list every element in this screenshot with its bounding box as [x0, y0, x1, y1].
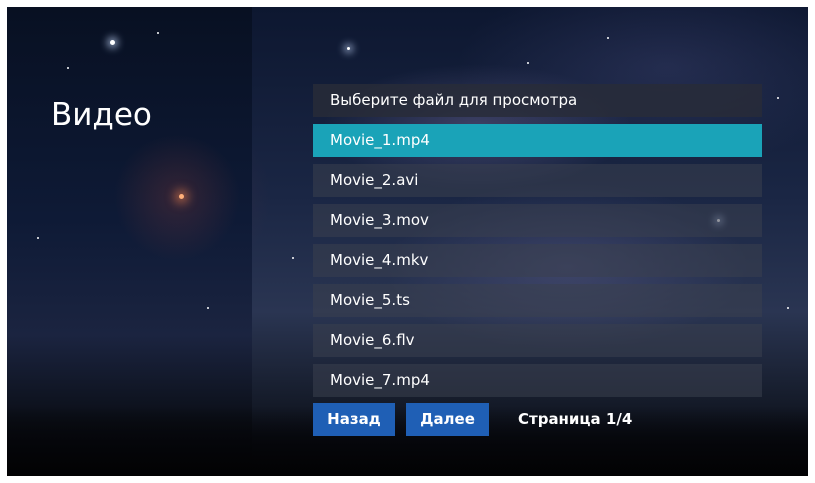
pagination-bar: Назад Далее Страница 1/4 [313, 403, 762, 436]
back-button[interactable]: Назад [313, 403, 395, 436]
page-title: Видео [51, 97, 152, 133]
star-decoration [110, 40, 115, 45]
star-decoration [157, 32, 159, 34]
star-decoration [777, 97, 779, 99]
star-decoration [292, 257, 294, 259]
star-decoration [37, 237, 39, 239]
file-item-movie-3[interactable]: Movie_3.mov [313, 204, 762, 237]
next-button[interactable]: Далее [406, 403, 489, 436]
file-list: Выберите файл для просмотра Movie_1.mp4 … [313, 84, 762, 404]
page-indicator: Страница 1/4 [518, 410, 633, 428]
file-list-header: Выберите файл для просмотра [313, 84, 762, 117]
file-item-movie-1[interactable]: Movie_1.mp4 [313, 124, 762, 157]
star-decoration [607, 37, 609, 39]
file-item-movie-6[interactable]: Movie_6.flv [313, 324, 762, 357]
star-decoration [347, 47, 350, 50]
star-decoration [207, 307, 209, 309]
video-screen: Видео Выберите файл для просмотра Movie_… [7, 7, 808, 476]
star-decoration [527, 62, 529, 64]
file-item-movie-2[interactable]: Movie_2.avi [313, 164, 762, 197]
star-decoration [67, 67, 69, 69]
file-item-movie-7[interactable]: Movie_7.mp4 [313, 364, 762, 397]
file-item-movie-5[interactable]: Movie_5.ts [313, 284, 762, 317]
star-decoration [179, 194, 184, 199]
file-item-movie-4[interactable]: Movie_4.mkv [313, 244, 762, 277]
star-decoration [787, 307, 789, 309]
